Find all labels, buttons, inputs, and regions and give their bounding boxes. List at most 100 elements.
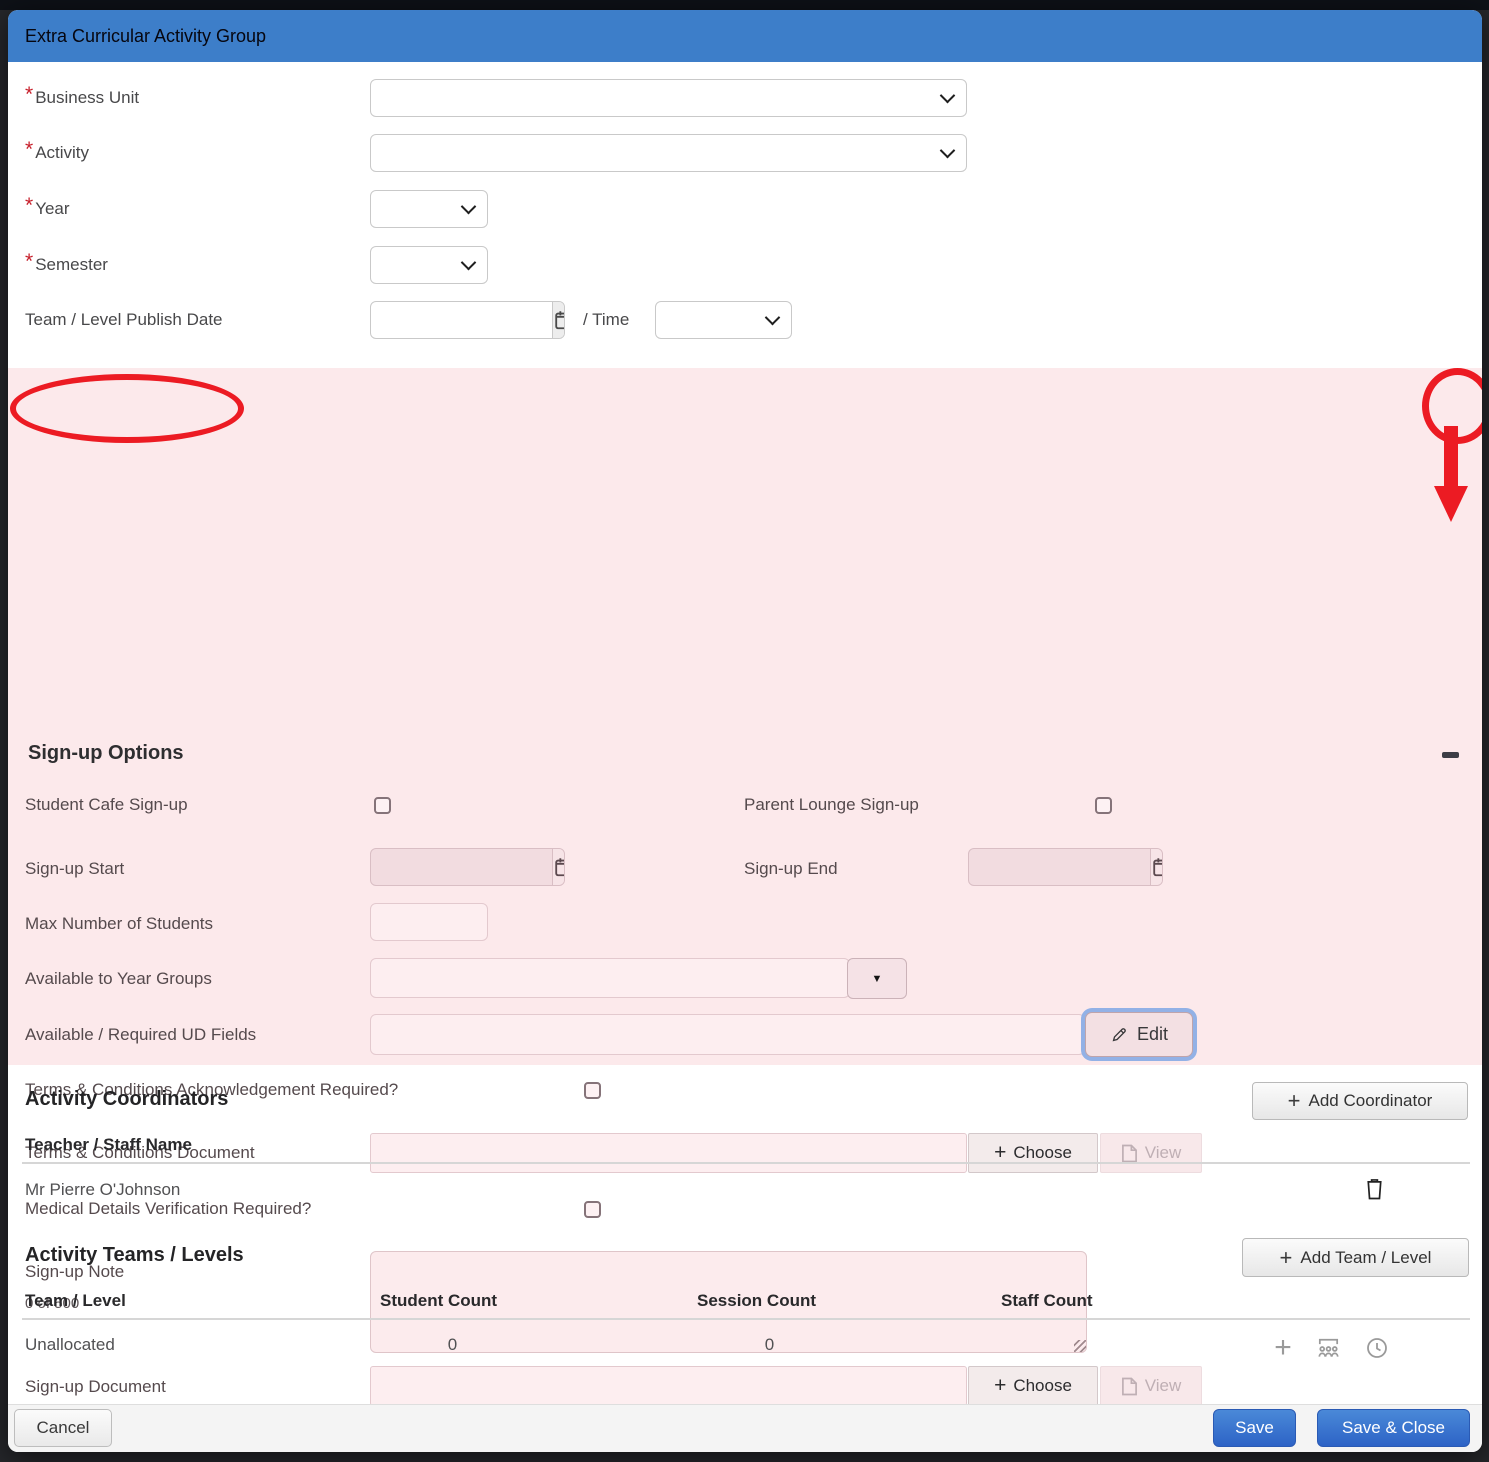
tc-doc-choose-button[interactable]: + Choose (968, 1133, 1098, 1173)
document-icon (1121, 1144, 1138, 1163)
publish-time-select[interactable] (655, 301, 792, 339)
semester-select[interactable] (370, 246, 488, 284)
backdrop-top-strip (0, 0, 1489, 10)
plus-icon: + (1288, 1093, 1301, 1109)
activity-select[interactable] (370, 134, 967, 172)
save-close-button[interactable]: Save & Close (1317, 1409, 1470, 1447)
signup-end-calendar-button[interactable] (1150, 849, 1163, 885)
teams-header-divider (22, 1318, 1470, 1320)
delete-coordinator-button[interactable] (1361, 1176, 1387, 1202)
team-row-students-button[interactable] (1313, 1334, 1343, 1362)
group-icon (1315, 1336, 1342, 1360)
signup-end-group (968, 848, 1163, 886)
coordinators-header-divider (22, 1162, 1470, 1164)
calendar-icon (553, 309, 565, 331)
signup-end-input[interactable] (969, 849, 1150, 885)
view-button-label: View (1145, 1143, 1182, 1163)
medical-label: Medical Details Verification Required? (25, 1199, 311, 1219)
required-marker: * (25, 255, 33, 269)
add-team-level-label: Add Team / Level (1300, 1248, 1431, 1268)
signup-doc-view-button[interactable]: View (1100, 1366, 1202, 1406)
business-unit-select[interactable] (370, 79, 967, 117)
ud-fields-label: Available / Required UD Fields (25, 1025, 256, 1045)
teams-col-team-level: Team / Level (25, 1291, 126, 1311)
activity-label: *Activity (25, 143, 89, 163)
publish-date-group (370, 301, 565, 339)
team-row-name: Unallocated (25, 1335, 115, 1355)
minus-icon (1442, 752, 1459, 758)
year-groups-input[interactable] (370, 958, 850, 998)
trash-icon (1364, 1177, 1385, 1201)
teams-col-session-count: Session Count (697, 1291, 816, 1311)
clock-icon (1365, 1336, 1389, 1360)
plus-icon: + (994, 1145, 1006, 1161)
signup-doc-label: Sign-up Document (25, 1377, 166, 1397)
tc-doc-view-button[interactable]: View (1100, 1133, 1202, 1173)
tc-doc-input[interactable] (370, 1133, 967, 1173)
signup-start-label: Sign-up Start (25, 859, 124, 879)
tc-ack-checkbox[interactable] (584, 1082, 601, 1099)
cancel-button[interactable]: Cancel (14, 1409, 112, 1447)
choose-button-label: Choose (1013, 1143, 1072, 1163)
team-row-student-count: 0 (380, 1335, 525, 1355)
chevron-down-icon (461, 255, 477, 271)
plus-icon: + (1280, 1250, 1293, 1266)
signup-start-calendar-button[interactable] (552, 849, 565, 885)
signup-end-label: Sign-up End (744, 859, 838, 879)
dropdown-arrow-icon: ▼ (872, 973, 883, 985)
team-row-session-count: 0 (697, 1335, 842, 1355)
view-button-label: View (1145, 1376, 1182, 1396)
signup-options-title: Sign-up Options (28, 742, 184, 765)
student-cafe-checkbox[interactable] (374, 797, 391, 814)
required-marker: * (25, 88, 33, 102)
ud-fields-input[interactable] (370, 1014, 1085, 1055)
chevron-down-icon (461, 199, 477, 215)
signup-doc-choose-button[interactable]: + Choose (968, 1366, 1098, 1406)
coordinators-column-header: Teacher / Staff Name (25, 1135, 192, 1155)
add-team-level-button[interactable]: + Add Team / Level (1242, 1238, 1469, 1277)
year-groups-label: Available to Year Groups (25, 969, 212, 989)
chevron-down-icon (940, 88, 956, 104)
ud-fields-edit-button[interactable]: Edit (1085, 1012, 1193, 1057)
add-coordinator-label: Add Coordinator (1309, 1091, 1433, 1111)
chevron-down-icon (940, 143, 956, 159)
max-students-input[interactable] (370, 903, 488, 941)
max-students-label: Max Number of Students (25, 914, 213, 934)
save-button[interactable]: Save (1213, 1409, 1296, 1447)
plus-icon: + (1274, 1337, 1292, 1359)
parent-lounge-checkbox[interactable] (1095, 797, 1112, 814)
document-icon (1121, 1377, 1138, 1396)
calendar-icon (1151, 856, 1163, 878)
required-marker: * (25, 199, 33, 213)
team-row-schedule-button[interactable] (1364, 1335, 1390, 1361)
medical-checkbox[interactable] (584, 1201, 601, 1218)
dialog-title: Extra Curricular Activity Group (25, 26, 266, 47)
year-groups-dropdown-button[interactable]: ▼ (847, 958, 907, 999)
signup-options-section: Sign-up Options Student Cafe Sign-up Par… (8, 368, 1482, 1065)
save-close-button-label: Save & Close (1342, 1418, 1445, 1438)
collapse-section-button[interactable] (1434, 744, 1467, 766)
required-marker: * (25, 143, 33, 157)
pencil-icon (1110, 1025, 1129, 1044)
publish-date-input[interactable] (371, 302, 552, 338)
add-coordinator-button[interactable]: + Add Coordinator (1252, 1082, 1468, 1120)
parent-lounge-label: Parent Lounge Sign-up (744, 795, 919, 815)
teams-col-staff-count: Staff Count (1001, 1291, 1093, 1311)
plus-icon: + (994, 1378, 1006, 1394)
coordinators-title: Activity Coordinators (25, 1088, 228, 1111)
dialog-header: Extra Curricular Activity Group (8, 10, 1482, 62)
extra-curricular-activity-dialog: Extra Curricular Activity Group *Busines… (8, 10, 1482, 1452)
team-row-add-button[interactable]: + (1270, 1335, 1296, 1361)
signup-doc-input[interactable] (370, 1366, 967, 1406)
year-select[interactable] (370, 190, 488, 228)
signup-start-input[interactable] (371, 849, 552, 885)
teams-col-student-count: Student Count (380, 1291, 497, 1311)
chevron-down-icon (765, 310, 781, 326)
publish-date-calendar-button[interactable] (552, 302, 565, 338)
time-label: / Time (583, 310, 629, 330)
textarea-resize-handle[interactable] (1074, 1340, 1086, 1352)
save-button-label: Save (1235, 1418, 1274, 1438)
publish-date-label: Team / Level Publish Date (25, 310, 223, 330)
semester-label: *Semester (25, 255, 108, 275)
signup-start-group (370, 848, 565, 886)
